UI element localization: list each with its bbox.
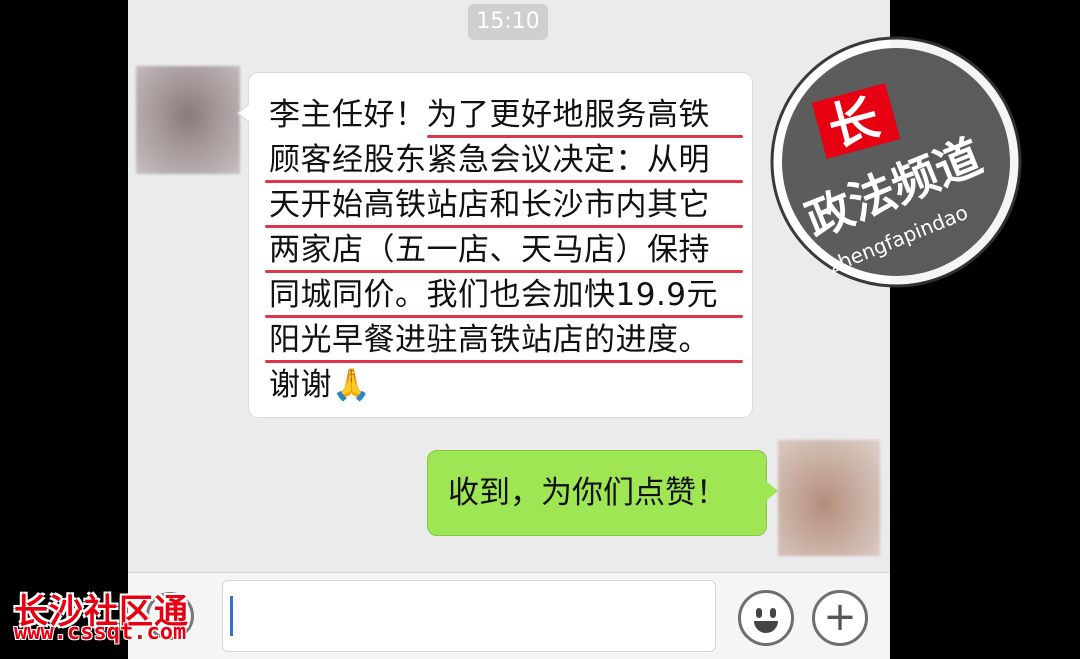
- contact-avatar[interactable]: [136, 66, 240, 174]
- red-underline: [265, 315, 743, 318]
- emoji-icon[interactable]: [738, 590, 794, 646]
- message-line: 天开始高铁站店和长沙市内其它: [269, 187, 710, 223]
- message-line: 阳光早餐进驻高铁站店的进度。: [269, 322, 710, 358]
- red-underline: [265, 270, 743, 273]
- red-underline: [427, 135, 743, 138]
- incoming-message-bubble[interactable]: 李主任好！为了更好地服务高铁 顾客经股东紧急会议决定：从明 天开始高铁站店和长沙…: [237, 72, 753, 418]
- message-line: 同城同价。我们也会加快19.9元: [269, 277, 719, 313]
- text-cursor: [230, 596, 233, 636]
- red-underline: [265, 225, 743, 228]
- user-avatar[interactable]: [778, 440, 880, 556]
- message-line: 两家店（五一店、天马店）保持: [269, 232, 710, 268]
- message-timestamp: 15:10: [468, 4, 548, 40]
- message-input[interactable]: [222, 580, 716, 652]
- site-watermark-url: www.cssqt.com: [14, 620, 187, 645]
- outgoing-message-bubble[interactable]: 收到，为你们点赞！: [427, 450, 778, 536]
- message-line: 李主任好！为了更好地服务高铁: [269, 97, 710, 133]
- red-underline: [265, 360, 743, 363]
- plus-icon[interactable]: +: [812, 590, 868, 646]
- message-line: 顾客经股东紧急会议决定：从明: [269, 142, 710, 178]
- zhengfa-channel-logo: 长 政法频道 zhengfapindao: [770, 36, 1022, 288]
- message-line: 谢谢🙏: [269, 367, 372, 403]
- red-underline: [265, 180, 743, 183]
- outgoing-message-text: 收到，为你们点赞！: [448, 475, 727, 511]
